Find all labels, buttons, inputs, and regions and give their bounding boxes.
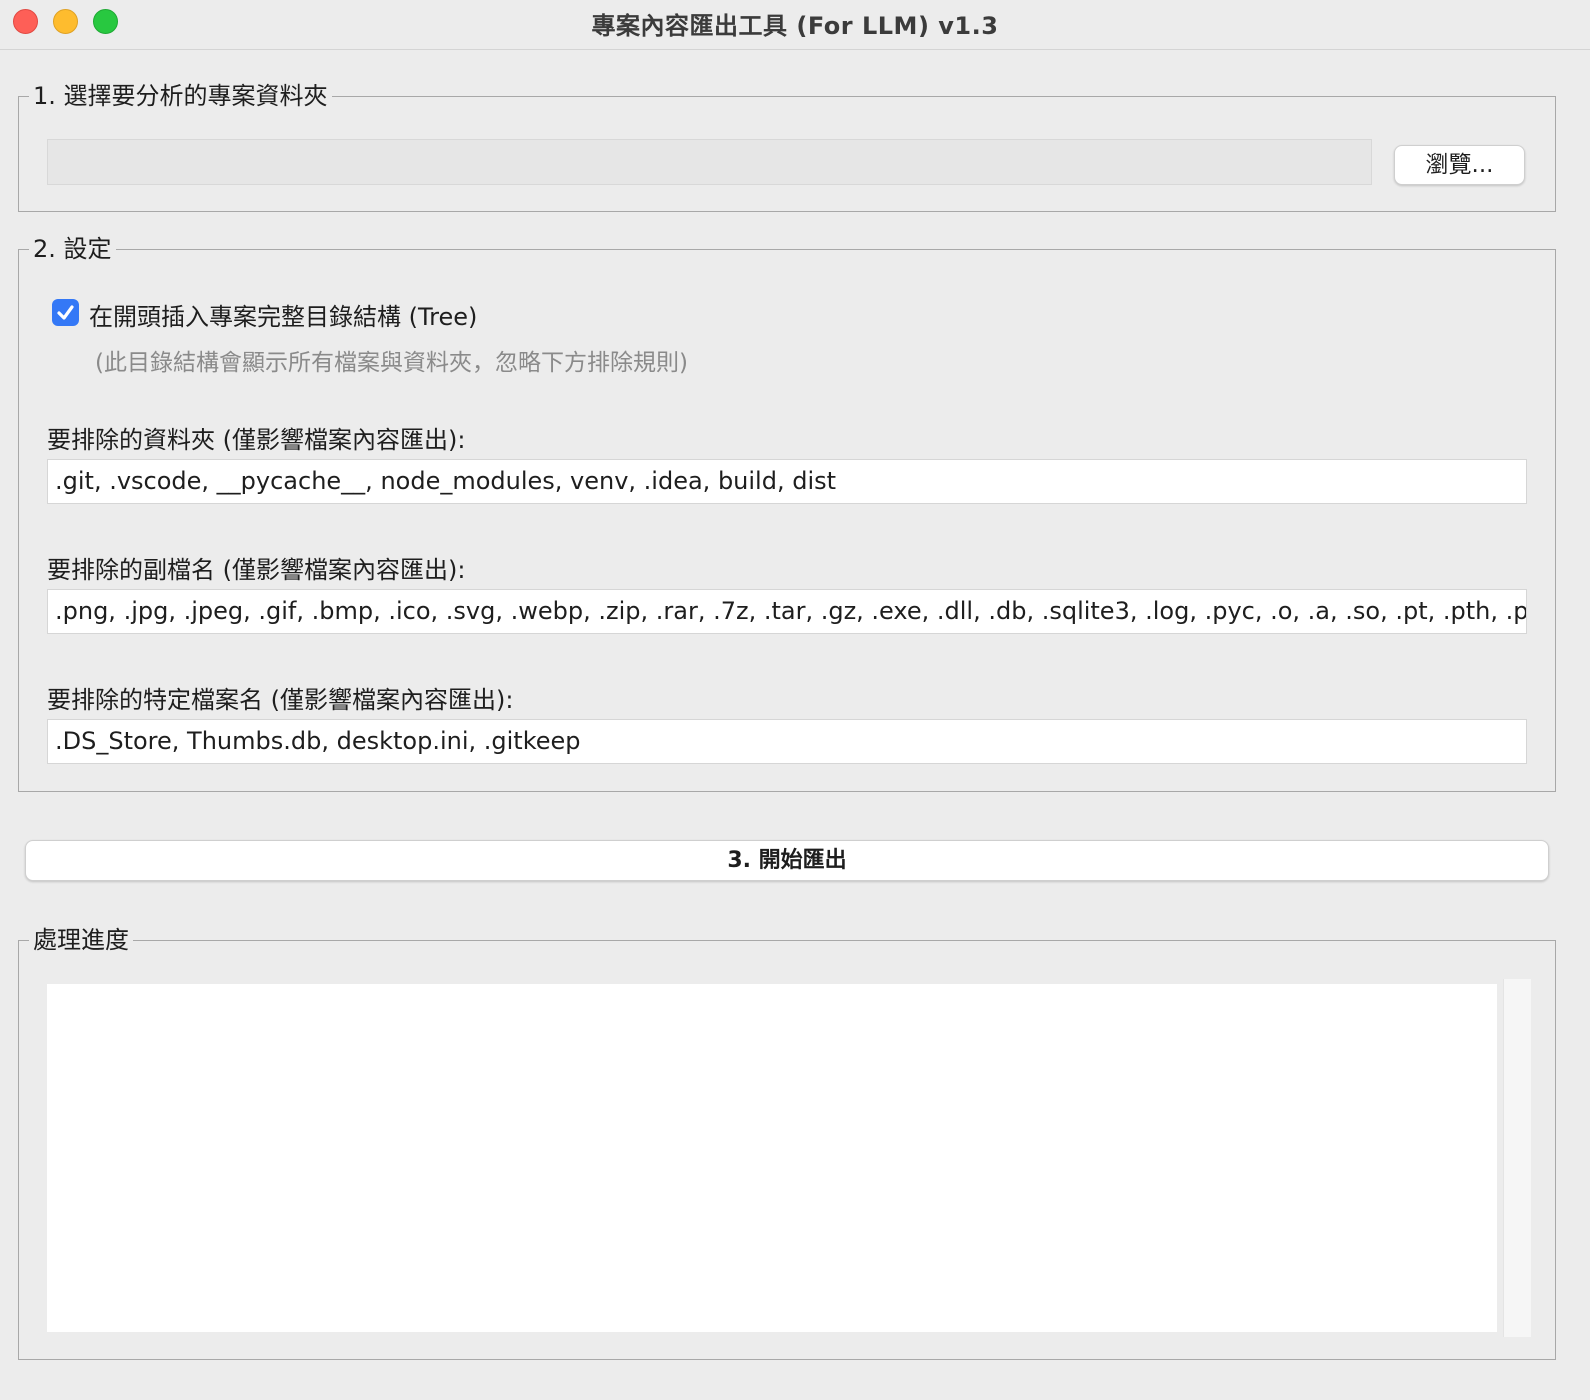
settings-legend: 2. 設定 (29, 233, 116, 265)
progress-log-scrollbar[interactable] (1503, 979, 1531, 1337)
exclude-extensions-label: 要排除的副檔名 (僅影響檔案內容匯出): (47, 556, 466, 584)
exclude-files-input[interactable]: .DS_Store, Thumbs.db, desktop.ini, .gitk… (47, 719, 1527, 764)
progress-legend: 處理進度 (29, 924, 133, 956)
include-tree-label[interactable]: 在開頭插入專案完整目錄結構 (Tree) (89, 297, 477, 332)
window-title: 專案內容匯出工具 (For LLM) v1.3 (591, 12, 999, 40)
include-tree-checkbox[interactable] (52, 299, 79, 326)
exclude-folders-input[interactable]: .git, .vscode, __pycache__, node_modules… (47, 459, 1527, 504)
include-tree-hint: (此目錄結構會顯示所有檔案與資料夾，忽略下方排除規則) (95, 350, 688, 376)
exclude-extensions-input[interactable]: .png, .jpg, .jpeg, .gif, .bmp, .ico, .sv… (47, 589, 1527, 634)
exclude-files-label: 要排除的特定檔案名 (僅影響檔案內容匯出): (47, 686, 514, 714)
start-export-button[interactable]: 3. 開始匯出 (25, 840, 1549, 881)
folder-select-legend: 1. 選擇要分析的專案資料夾 (29, 80, 332, 112)
title-bar: 專案內容匯出工具 (For LLM) v1.3 (0, 0, 1590, 50)
project-folder-path-field[interactable] (47, 139, 1372, 185)
progress-log-textarea[interactable] (47, 984, 1497, 1332)
exclude-folders-label: 要排除的資料夾 (僅影響檔案內容匯出): (47, 426, 466, 454)
checkmark-icon (57, 305, 74, 320)
browse-button[interactable]: 瀏覽... (1394, 145, 1525, 185)
